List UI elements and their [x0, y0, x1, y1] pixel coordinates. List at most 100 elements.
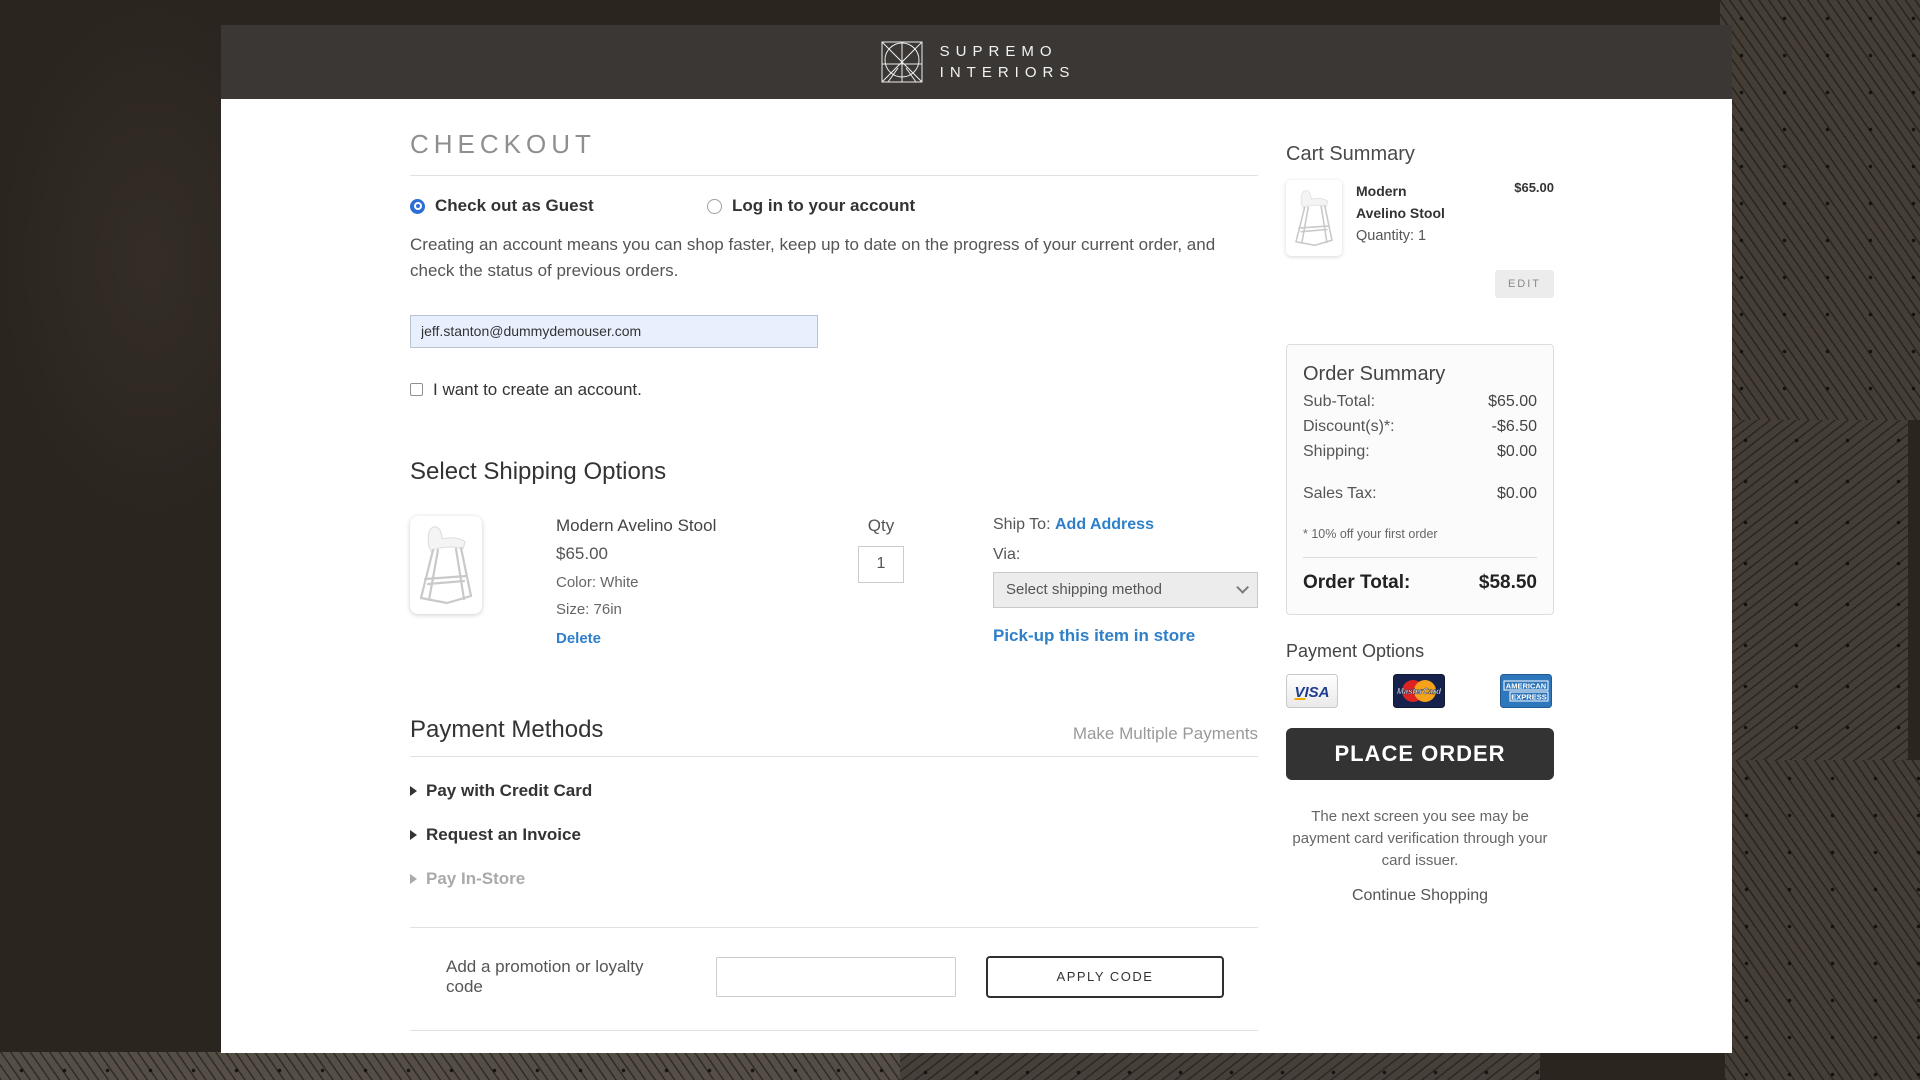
subtotal-label: Sub-Total:	[1303, 393, 1375, 411]
ship-to-label: Ship To:	[993, 516, 1051, 533]
amex-card-icon: AMERICAN EXPRESS	[1500, 674, 1552, 708]
brand-name: SUPREMO INTERIORS	[940, 41, 1076, 83]
order-summary-divider	[1303, 557, 1537, 558]
create-account-label: I want to create an account.	[433, 380, 642, 400]
create-account-row[interactable]: I want to create an account.	[410, 380, 1258, 400]
svg-text:AMERICAN: AMERICAN	[1506, 682, 1546, 691]
add-address-link[interactable]: Add Address	[1055, 516, 1154, 533]
order-sidebar: Cart Summary Modern Avelino Stool Quanti…	[1286, 143, 1554, 905]
product-color: Color: White	[556, 574, 736, 591]
shipping-cost-label: Shipping:	[1303, 443, 1370, 461]
continue-shopping-link[interactable]: Continue Shopping	[1286, 887, 1554, 905]
order-total-value: $58.50	[1479, 572, 1537, 594]
background-texture	[1725, 760, 1920, 1080]
place-order-button[interactable]: PLACE ORDER	[1286, 728, 1554, 780]
caret-right-icon	[410, 874, 417, 884]
visa-card-icon: VISA	[1286, 674, 1338, 708]
product-size: Size: 76in	[556, 601, 736, 618]
request-invoice-accordion[interactable]: Request an Invoice	[410, 825, 1258, 845]
cart-summary-title: Cart Summary	[1286, 143, 1554, 166]
via-label: Via:	[993, 546, 1258, 564]
discount-label: Discount(s)*:	[1303, 418, 1395, 436]
brand-line1: SUPREMO	[940, 41, 1076, 62]
cart-item-name-line2: Avelino Stool	[1356, 202, 1464, 224]
payment-methods-title: Payment Methods	[410, 716, 603, 744]
site-header: SUPREMO INTERIORS	[221, 25, 1732, 99]
email-field[interactable]	[410, 315, 818, 348]
edit-row: EDIT	[1286, 270, 1554, 298]
guest-checkout-option[interactable]: Check out as Guest	[410, 196, 707, 216]
order-total-row: Order Total: $58.50	[1303, 572, 1537, 594]
accepted-cards-row: VISA MasterCard AMERICAN EXPRESS	[1286, 674, 1554, 708]
promo-code-section: Add a promotion or loyalty code APPLY CO…	[410, 927, 1258, 1031]
subtotal-value: $65.00	[1488, 393, 1537, 411]
shipping-cost-row: Shipping: $0.00	[1303, 443, 1537, 461]
login-checkout-option[interactable]: Log in to your account	[707, 196, 915, 216]
background-texture	[1720, 420, 1908, 760]
caret-right-icon	[410, 830, 417, 840]
cart-item-quantity: Quantity: 1	[1356, 228, 1464, 244]
checkout-main-column: CHECKOUT Check out as Guest Log in to yo…	[410, 129, 1258, 1031]
qty-label: Qty	[851, 516, 911, 536]
svg-text:MasterCard: MasterCard	[1397, 687, 1442, 696]
mastercard-card-icon: MasterCard	[1393, 674, 1445, 708]
cart-item-image	[1286, 180, 1342, 256]
background-texture	[0, 1052, 900, 1080]
promo-code-label: Add a promotion or loyalty code	[446, 957, 676, 997]
ship-to-line: Ship To: Add Address	[993, 516, 1258, 534]
cart-item-name-line1: Modern	[1356, 180, 1464, 202]
stool-image	[414, 521, 478, 609]
stool-image	[1291, 186, 1337, 250]
product-name: Modern Avelino Stool	[556, 516, 736, 536]
shipping-item-row: Modern Avelino Stool $65.00 Color: White…	[410, 516, 1258, 648]
edit-cart-button[interactable]: EDIT	[1495, 270, 1554, 298]
background-texture	[900, 1052, 1540, 1080]
guest-radio-label: Check out as Guest	[435, 196, 594, 216]
cart-item-price: $65.00	[1514, 180, 1554, 195]
product-details: Modern Avelino Stool $65.00 Color: White…	[556, 516, 736, 648]
discount-value: -$6.50	[1492, 418, 1537, 436]
discount-footnote: * 10% off your first order	[1303, 527, 1537, 541]
request-invoice-label: Request an Invoice	[426, 825, 581, 845]
multiple-payments-link[interactable]: Make Multiple Payments	[1073, 724, 1258, 744]
order-summary-title: Order Summary	[1303, 363, 1537, 386]
login-radio[interactable]	[707, 199, 722, 214]
background-texture	[1720, 0, 1920, 420]
page-title: CHECKOUT	[410, 129, 1258, 176]
guest-radio[interactable]	[410, 199, 425, 214]
account-info-text: Creating an account means you can shop f…	[410, 232, 1250, 285]
delete-item-link[interactable]: Delete	[556, 630, 601, 647]
checkout-page-panel: SUPREMO INTERIORS CHECKOUT Check out as …	[221, 25, 1732, 1053]
login-radio-label: Log in to your account	[732, 196, 915, 216]
order-total-label: Order Total:	[1303, 572, 1410, 594]
cart-item-info: Modern Avelino Stool Quantity: 1	[1356, 180, 1464, 244]
order-summary-box: Order Summary Sub-Total: $65.00 Discount…	[1286, 344, 1554, 615]
chevron-down-icon	[1236, 581, 1249, 594]
shipping-cost-value: $0.00	[1497, 443, 1537, 461]
sales-tax-label: Sales Tax:	[1303, 485, 1377, 503]
promo-code-input[interactable]	[716, 957, 956, 997]
payment-options-title: Payment Options	[1286, 641, 1554, 662]
cart-item: Modern Avelino Stool Quantity: 1 $65.00	[1286, 180, 1554, 256]
qty-input[interactable]	[858, 546, 904, 583]
create-account-checkbox[interactable]	[410, 383, 423, 396]
pickup-in-store-link[interactable]: Pick-up this item in store	[993, 626, 1195, 646]
apply-code-button[interactable]: APPLY CODE	[986, 956, 1224, 998]
sales-tax-value: $0.00	[1497, 485, 1537, 503]
caret-right-icon	[410, 786, 417, 796]
product-price: $65.00	[556, 544, 736, 564]
payment-methods-header: Payment Methods Make Multiple Payments	[410, 716, 1258, 757]
card-verification-note: The next screen you see may be payment c…	[1286, 806, 1554, 871]
brand-line2: INTERIORS	[940, 62, 1076, 83]
ship-to-column: Ship To: Add Address Via: Select shippin…	[993, 516, 1258, 646]
brand-geometric-icon	[878, 38, 926, 86]
shipping-method-value: Select shipping method	[1006, 581, 1162, 598]
discount-row: Discount(s)*: -$6.50	[1303, 418, 1537, 436]
subtotal-row: Sub-Total: $65.00	[1303, 393, 1537, 411]
pay-in-store-accordion[interactable]: Pay In-Store	[410, 869, 1258, 889]
shipping-section-title: Select Shipping Options	[410, 458, 1258, 486]
pay-credit-card-label: Pay with Credit Card	[426, 781, 592, 801]
svg-text:EXPRESS: EXPRESS	[1511, 693, 1546, 702]
shipping-method-select[interactable]: Select shipping method	[993, 572, 1258, 608]
pay-credit-card-accordion[interactable]: Pay with Credit Card	[410, 781, 1258, 801]
